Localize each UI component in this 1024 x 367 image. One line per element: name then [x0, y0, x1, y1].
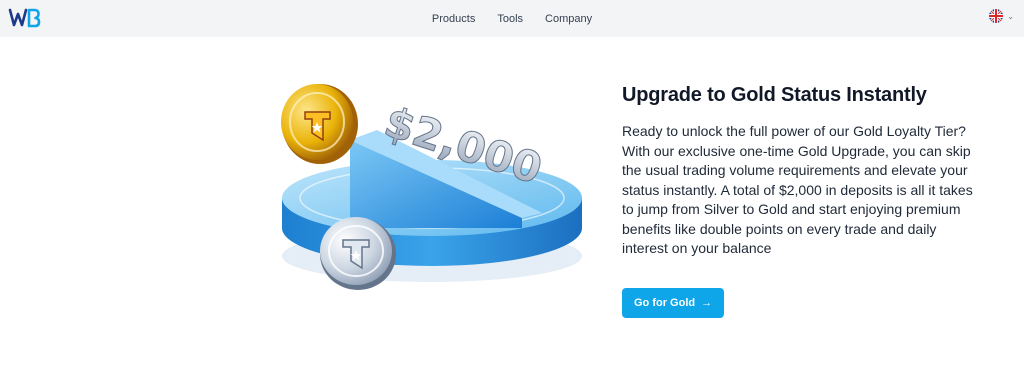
- go-for-gold-label: Go for Gold: [634, 297, 696, 309]
- nav-item-products[interactable]: Products: [432, 13, 475, 25]
- language-selector[interactable]: ⌄: [989, 9, 1014, 23]
- chevron-down-icon: ⌄: [1007, 11, 1014, 21]
- gold-coin: [281, 84, 358, 164]
- main-nav: Products Tools Company: [0, 0, 1024, 37]
- go-for-gold-button[interactable]: Go for Gold →: [622, 288, 725, 318]
- gold-upgrade-illustration: $2,000: [281, 84, 582, 290]
- page-title: Upgrade to Gold Status Instantly: [622, 84, 927, 106]
- hero-description: Ready to unlock the full power of our Go…: [622, 123, 973, 256]
- arrow-right-icon: →: [701, 297, 713, 309]
- nav-item-company[interactable]: Company: [545, 13, 592, 25]
- nav-item-tools[interactable]: Tools: [497, 13, 523, 25]
- uk-flag-icon: [989, 9, 1004, 23]
- top-navigation-bar: Products Tools Company ⌄: [0, 0, 1024, 37]
